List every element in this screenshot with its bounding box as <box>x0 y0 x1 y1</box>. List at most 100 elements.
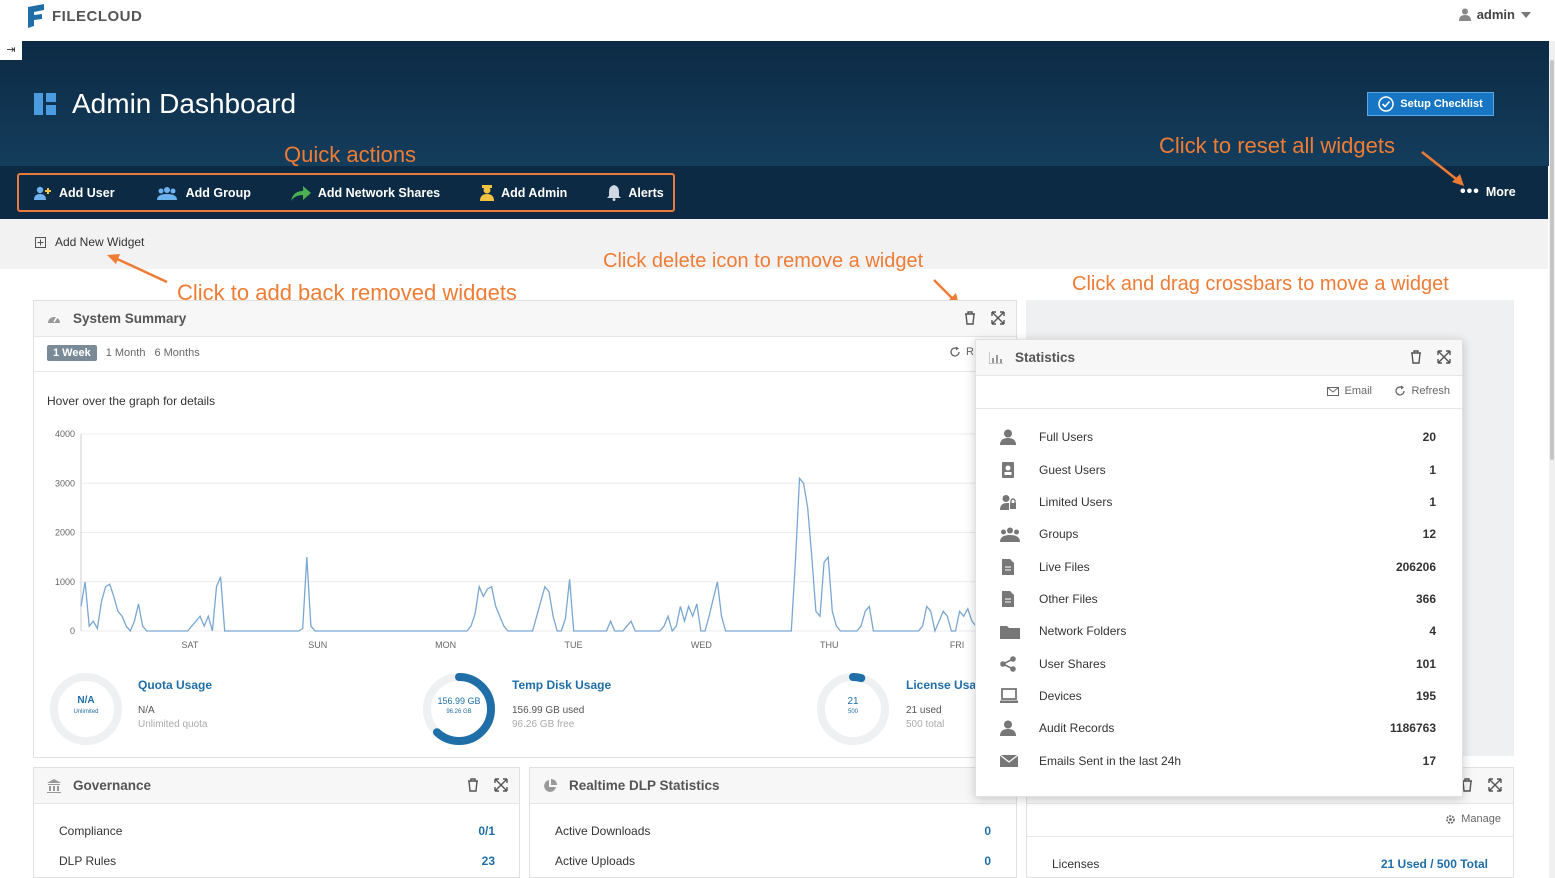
network-share-icon <box>290 185 311 201</box>
arrow-icon <box>1421 151 1464 186</box>
folder-icon <box>1000 626 1020 639</box>
licenses-value[interactable]: 21 Used / 500 Total <box>1381 857 1488 871</box>
refresh-button[interactable]: R <box>949 346 974 358</box>
statistics-refresh-label: Refresh <box>1411 385 1450 397</box>
email-button[interactable]: Email <box>1327 385 1372 397</box>
tab-1-month[interactable]: 1 Month <box>106 347 146 359</box>
statistics-row-audit-records: Audit Records 1186763 <box>1000 718 1436 738</box>
add-network-shares-button[interactable]: Add Network Shares <box>290 175 440 210</box>
add-group-label: Add Group <box>185 185 251 200</box>
dlp-rules-value[interactable]: 23 <box>482 854 495 868</box>
manage-label: Manage <box>1461 813 1501 825</box>
move-crossbars-icon[interactable] <box>990 310 1006 326</box>
add-user-icon <box>34 186 51 200</box>
statistics-value: 1186763 <box>1389 721 1436 735</box>
active-downloads-value[interactable]: 0 <box>984 824 991 838</box>
add-admin-button[interactable]: Add Admin <box>480 175 567 210</box>
x-tick-label: WED <box>691 640 712 650</box>
statistics-row-devices: Devices 195 <box>1000 686 1436 706</box>
move-crossbars-icon[interactable] <box>493 777 509 793</box>
dlp-rules-label: DLP Rules <box>59 854 117 868</box>
annotation-drag: Click and drag crossbars to move a widge… <box>1072 273 1449 295</box>
more-label: More <box>1485 185 1516 199</box>
statistics-value: 4 <box>1429 624 1436 638</box>
quota-gauge-value: N/A <box>77 695 95 706</box>
temp-disk-gauge-sub: 96.26 GB <box>446 709 472 715</box>
license-gauge-value: 21 <box>847 696 859 707</box>
logo-text: FILECLOUD <box>52 7 143 25</box>
tab-6-months[interactable]: 6 Months <box>154 347 199 359</box>
compliance-value[interactable]: 0/1 <box>478 824 495 838</box>
bank-icon <box>47 778 61 793</box>
setup-checklist-button[interactable]: Setup Checklist <box>1367 92 1494 116</box>
group-icon <box>1000 527 1020 542</box>
move-crossbars-icon[interactable] <box>1487 777 1503 793</box>
alerts-button[interactable]: Alerts <box>607 175 664 210</box>
add-new-widget-button[interactable]: Add New Widget <box>35 235 144 249</box>
statistics-header: Statistics <box>976 340 1462 376</box>
statistics-row-emails-sent-in-the-last-24h: Emails Sent in the last 24h 17 <box>1000 751 1436 771</box>
realtime-dlp-title: Realtime DLP Statistics <box>569 778 720 793</box>
quota-usage-title[interactable]: Quota Usage <box>138 678 212 692</box>
collapse-sidebar-button[interactable]: ⇥ <box>0 41 22 60</box>
statistics-value: 195 <box>1415 689 1436 703</box>
user-icon <box>1000 429 1016 445</box>
mail-icon <box>1327 386 1340 396</box>
statistics-label: Devices <box>1039 689 1082 703</box>
active-uploads-label: Active Uploads <box>555 854 636 868</box>
statistics-value: 101 <box>1415 657 1436 671</box>
bar-chart-icon <box>989 351 1003 364</box>
activity-line-chart[interactable]: 0 1000 2000 3000 4000 SAT SUN MON TUE WED THU FRI <box>34 421 976 656</box>
user-icon <box>1458 8 1471 21</box>
limited-user-icon <box>1000 495 1016 510</box>
tab-1-week[interactable]: 1 Week <box>47 345 97 361</box>
y-tick-label: 1000 <box>55 577 75 587</box>
trash-icon[interactable] <box>962 310 978 326</box>
license-usage-line1: 21 used <box>906 705 942 716</box>
statistics-row-live-files: Live Files 206206 <box>1000 557 1436 577</box>
quick-actions-bar: Add User Add Group Add Network Shares Ad… <box>0 166 1548 219</box>
y-tick-label: 4000 <box>55 429 75 439</box>
trash-icon[interactable] <box>1408 349 1424 365</box>
alerts-label: Alerts <box>628 185 664 200</box>
move-crossbars-icon[interactable] <box>1436 349 1452 365</box>
statistics-row-network-folders: Network Folders 4 <box>1000 621 1436 641</box>
compliance-label: Compliance <box>59 824 123 838</box>
user-name: admin <box>1476 7 1515 22</box>
logo[interactable]: FILECLOUD <box>26 4 142 28</box>
quota-usage-line2: Unlimited quota <box>138 719 208 730</box>
bell-icon <box>607 184 622 201</box>
y-tick-label: 2000 <box>55 528 75 538</box>
hover-note: Hover over the graph for details <box>47 394 216 408</box>
temp-disk-title[interactable]: Temp Disk Usage <box>512 678 611 692</box>
email-label: Email <box>1344 385 1372 397</box>
add-group-button[interactable]: Add Group <box>155 175 251 210</box>
statistics-widget[interactable]: Statistics Email Refresh Full Users 20 Gue… <box>975 339 1463 797</box>
series-line[interactable] <box>80 476 976 634</box>
refresh-label: R <box>966 346 974 358</box>
statistics-title: Statistics <box>1015 350 1076 365</box>
trash-icon[interactable] <box>465 777 481 793</box>
gauge-icon <box>48 316 60 323</box>
realtime-dlp-widget: Realtime DLP Statistics Active Downloads… <box>529 767 1017 878</box>
statistics-value: 206206 <box>1395 560 1436 574</box>
statistics-row-groups: Groups 12 <box>1000 524 1436 544</box>
statistics-refresh-button[interactable]: Refresh <box>1394 385 1450 397</box>
active-uploads-value[interactable]: 0 <box>984 854 991 868</box>
refresh-icon <box>950 346 960 357</box>
page-scrollbar-thumb[interactable] <box>1550 60 1554 460</box>
file-icon <box>1002 591 1014 607</box>
x-tick-label: TUE <box>565 640 583 650</box>
statistics-row-limited-users: Limited Users 1 <box>1000 492 1436 512</box>
statistics-label: Network Folders <box>1039 624 1127 638</box>
manage-button[interactable]: Manage <box>1445 813 1501 825</box>
statistics-label: Other Files <box>1039 592 1098 606</box>
license-usage-title[interactable]: License Usa <box>906 678 976 692</box>
statistics-row-user-shares: User Shares 101 <box>1000 654 1436 674</box>
gear-icon <box>1446 814 1456 824</box>
user-menu[interactable]: admin <box>1458 7 1531 22</box>
check-circle-icon <box>1378 96 1394 112</box>
licenses-label: Licenses <box>1052 857 1100 871</box>
add-user-button[interactable]: Add User <box>34 175 115 210</box>
statistics-row-full-users: Full Users 20 <box>1000 427 1436 447</box>
